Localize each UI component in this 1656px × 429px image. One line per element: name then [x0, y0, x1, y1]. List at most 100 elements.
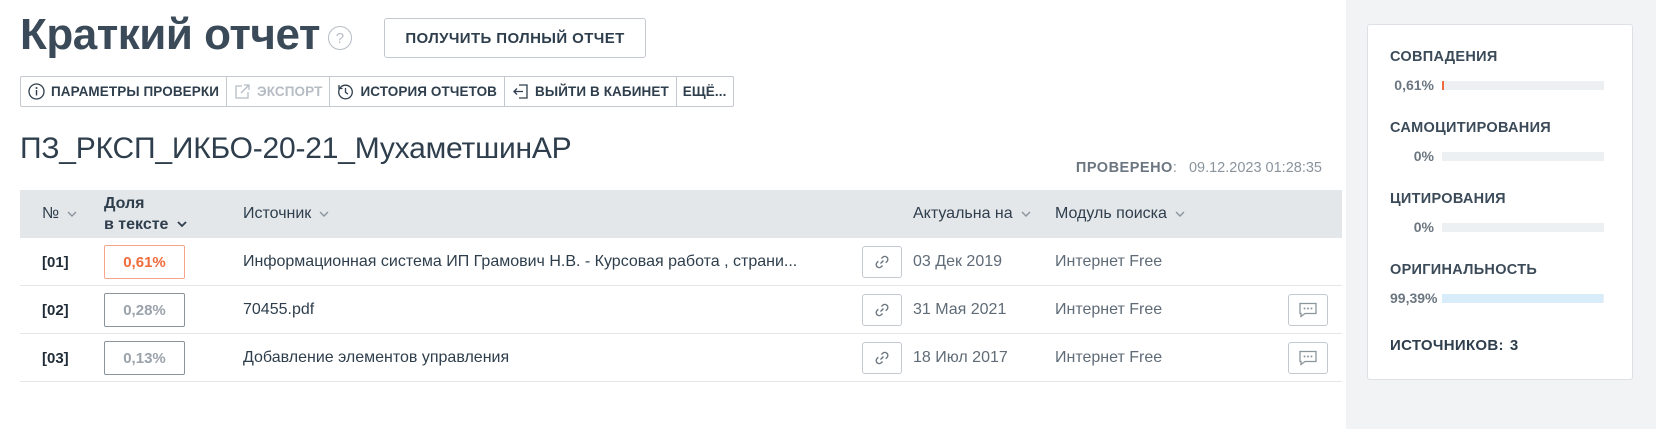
report-history-label: ИСТОРИЯ ОТЧЕТОВ — [360, 84, 498, 99]
report-main-panel: Краткий отчет ? ПОЛУЧИТЬ ПОЛНЫЙ ОТЧЕТ ПА… — [0, 0, 1346, 429]
table-row[interactable]: [01] 0,61% Информационная система ИП Гра… — [20, 238, 1342, 286]
chevron-down-icon — [1175, 211, 1185, 217]
check-parameters-button[interactable]: ПАРАМЕТРЫ ПРОВЕРКИ — [21, 77, 228, 106]
search-module: Интернет Free — [1055, 349, 1163, 366]
self-citations-metric: САМОЦИТИРОВАНИЯ 0% — [1390, 120, 1612, 164]
share-cell: 0,28% — [104, 286, 185, 334]
chevron-down-icon — [1021, 211, 1031, 217]
actual-date: 31 Мая 2021 — [913, 301, 1007, 318]
checked-datetime: ПРОВЕРЕНО: 09.12.2023 01:28:35 — [1075, 160, 1322, 176]
chevron-down-icon — [319, 211, 329, 217]
chevron-down-icon — [177, 221, 188, 228]
column-num[interactable]: № — [42, 190, 77, 238]
actual-date: 18 Июл 2017 — [913, 349, 1008, 366]
source-link-cell — [862, 334, 902, 382]
sources-label: ИСТОЧНИКОВ: — [1390, 337, 1504, 354]
link-icon — [875, 351, 889, 365]
table-row[interactable]: [02] 0,28% 70455.pdf 31 Мая 2021 Интерне… — [20, 286, 1342, 334]
export-label: ЭКСПОРТ — [257, 84, 323, 99]
citations-bar — [1442, 222, 1604, 232]
matches-value: 0,61% — [1394, 77, 1434, 93]
matches-bar — [1442, 80, 1604, 90]
summary-card: СОВПАДЕНИЯ 0,61% САМОЦИТИРОВАНИЯ 0% ЦИТИ… — [1367, 24, 1633, 380]
toolbar: ПАРАМЕТРЫ ПРОВЕРКИ ЭКСПОРТ ИСТОРИЯ ОТЧЕТ… — [20, 76, 735, 107]
table-header: № Доля в тексте Источник Актуальна на Мо… — [20, 190, 1342, 238]
comment-button[interactable] — [1288, 294, 1328, 326]
help-icon[interactable]: ? — [327, 26, 352, 50]
checked-label: ПРОВЕРЕНО — [1075, 160, 1173, 176]
comment-cell — [1288, 334, 1328, 382]
originality-bar-fill — [1442, 293, 1603, 303]
originality-bar — [1442, 293, 1604, 303]
column-actual[interactable]: Актуальна на — [913, 190, 1031, 238]
source-name[interactable]: Информационная система ИП Грамович Н.В. … — [243, 238, 797, 286]
search-module: Интернет Free — [1055, 301, 1163, 318]
export-icon — [233, 83, 251, 101]
document-name: ПЗ_РКСП_ИКБО-20-21_МухаметшинАР — [20, 132, 572, 165]
page-title: Краткий отчет — [20, 10, 320, 59]
share-badge[interactable]: 0,61% — [104, 245, 185, 279]
comment-icon — [1299, 350, 1317, 366]
column-module[interactable]: Модуль поиска — [1055, 190, 1185, 238]
originality-label: ОРИГИНАЛЬНОСТЬ — [1390, 262, 1538, 278]
comment-cell — [1288, 286, 1328, 334]
link-icon — [875, 303, 889, 317]
title-row: Краткий отчет ? — [20, 10, 352, 60]
source-name[interactable]: Добавление элементов управления — [243, 334, 509, 382]
source-link-cell — [862, 286, 902, 334]
originality-metric: ОРИГИНАЛЬНОСТЬ 99,39% — [1390, 262, 1612, 306]
source-link-cell — [862, 238, 902, 286]
citations-value: 0% — [1413, 219, 1434, 235]
source-link-button[interactable] — [862, 294, 902, 326]
info-icon — [27, 83, 45, 101]
column-source[interactable]: Источник — [243, 190, 329, 238]
chevron-down-icon — [67, 211, 77, 217]
sources-count: ИСТОЧНИКОВ: 3 — [1390, 337, 1518, 354]
column-share-line2: в тексте — [104, 214, 188, 235]
column-module-label: Модуль поиска — [1055, 205, 1167, 222]
column-share[interactable]: Доля в тексте — [104, 190, 188, 238]
sources-value: 3 — [1509, 337, 1519, 354]
self-citations-bar — [1442, 151, 1604, 161]
row-number: [03] — [42, 349, 69, 367]
self-citations-label: САМОЦИТИРОВАНИЯ — [1390, 120, 1552, 136]
actual-date: 03 Дек 2019 — [913, 253, 1003, 270]
comment-button[interactable] — [1288, 342, 1328, 374]
export-button[interactable]: ЭКСПОРТ — [227, 77, 331, 106]
exit-to-cabinet-label: ВЫЙТИ В КАБИНЕТ — [535, 84, 669, 99]
column-share-label-2: в тексте — [104, 216, 169, 233]
citations-metric: ЦИТИРОВАНИЯ 0% — [1390, 191, 1612, 235]
comment-icon — [1299, 302, 1317, 318]
search-module: Интернет Free — [1055, 253, 1163, 270]
row-number: [01] — [42, 253, 69, 271]
column-num-label: № — [42, 205, 60, 222]
table-row[interactable]: [03] 0,13% Добавление элементов управлен… — [20, 334, 1342, 382]
row-number: [02] — [42, 301, 69, 319]
share-badge[interactable]: 0,28% — [104, 293, 185, 327]
report-history-button[interactable]: ИСТОРИЯ ОТЧЕТОВ — [330, 77, 506, 106]
exit-to-cabinet-button[interactable]: ВЫЙТИ В КАБИНЕТ — [505, 77, 677, 106]
citations-label: ЦИТИРОВАНИЯ — [1390, 191, 1506, 207]
source-name[interactable]: 70455.pdf — [243, 286, 314, 334]
share-cell: 0,13% — [104, 334, 185, 382]
matches-bar-fill — [1442, 80, 1444, 90]
self-citations-value: 0% — [1413, 148, 1434, 164]
checked-value: 09.12.2023 01:28:35 — [1188, 160, 1322, 176]
logout-icon — [511, 83, 529, 101]
matches-metric: СОВПАДЕНИЯ 0,61% — [1390, 49, 1612, 93]
matches-label: СОВПАДЕНИЯ — [1390, 49, 1498, 65]
link-icon — [875, 255, 889, 269]
column-source-label: Источник — [243, 205, 312, 222]
source-link-button[interactable] — [862, 342, 902, 374]
source-link-button[interactable] — [862, 246, 902, 278]
check-parameters-label: ПАРАМЕТРЫ ПРОВЕРКИ — [51, 84, 220, 99]
share-badge[interactable]: 0,13% — [104, 341, 185, 375]
get-full-report-button[interactable]: ПОЛУЧИТЬ ПОЛНЫЙ ОТЧЕТ — [384, 18, 646, 58]
more-button[interactable]: ЕЩЁ... — [677, 77, 734, 106]
originality-value: 99,39% — [1390, 290, 1438, 306]
column-actual-label: Актуальна на — [913, 205, 1013, 222]
more-label: ЕЩЁ... — [682, 84, 727, 99]
column-share-label-1: Доля — [104, 195, 145, 212]
history-icon — [336, 83, 354, 101]
share-cell: 0,61% — [104, 238, 185, 286]
